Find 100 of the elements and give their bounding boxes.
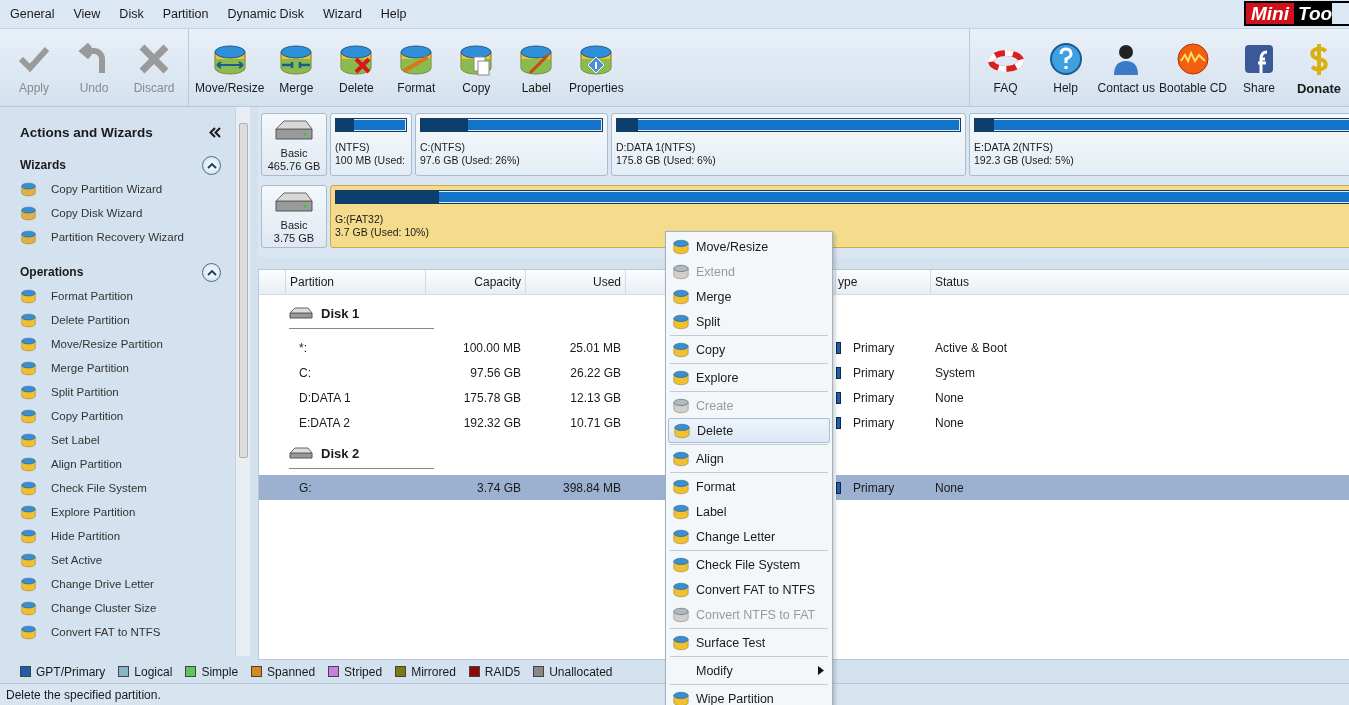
column-header[interactable]: Used bbox=[526, 270, 626, 294]
menu-item[interactable]: Disk bbox=[113, 7, 157, 21]
menu-option[interactable]: Explore bbox=[668, 365, 830, 390]
toolbar-button[interactable]: Properties bbox=[566, 41, 627, 95]
disk-icon bbox=[20, 228, 37, 246]
menu-item[interactable]: Help bbox=[374, 7, 420, 21]
menu-option[interactable]: Change Letter bbox=[668, 524, 830, 549]
sidebar-item[interactable]: Copy Disk Wizard bbox=[20, 201, 221, 225]
toolbar-button[interactable]: Format bbox=[386, 41, 447, 95]
menu-option[interactable]: Label bbox=[668, 499, 830, 524]
sidebar-item[interactable]: Copy Partition bbox=[20, 404, 221, 428]
section-title: Wizards bbox=[20, 158, 66, 172]
disk-icon bbox=[673, 421, 691, 440]
chevron-icon bbox=[206, 161, 217, 169]
sidebar-item[interactable]: Check File System bbox=[20, 476, 221, 500]
sidebar-item[interactable]: Set Label bbox=[20, 428, 221, 452]
button-label: Help bbox=[1053, 81, 1078, 95]
partition-row[interactable]: E:DATA 2 192.32 GB 10.71 GB bbox=[259, 410, 666, 435]
disk-card[interactable]: Basic 465.76 GB bbox=[261, 113, 327, 176]
menu-item[interactable]: Dynamic Disk bbox=[221, 7, 317, 21]
column-header[interactable]: Capacity bbox=[426, 270, 526, 294]
panel-title: Actions and Wizards bbox=[20, 124, 153, 140]
menu-option[interactable]: Copy bbox=[668, 337, 830, 362]
column-header[interactable]: Status bbox=[931, 270, 1349, 294]
disk-heading: Disk 1 bbox=[321, 306, 360, 321]
disk-icon bbox=[20, 204, 37, 222]
partition-name: G:(FAT32) bbox=[335, 213, 385, 226]
menu-option[interactable]: Modify bbox=[668, 658, 830, 683]
disk-card[interactable]: Basic 3.75 GB bbox=[261, 185, 327, 248]
menu-option[interactable]: Check File System bbox=[668, 552, 830, 577]
menu-item[interactable]: Wizard bbox=[316, 7, 375, 21]
scrollbar[interactable] bbox=[235, 107, 250, 656]
menu-option[interactable]: Split bbox=[668, 309, 830, 334]
disk-icon bbox=[20, 503, 37, 521]
collapse-button[interactable] bbox=[202, 262, 221, 282]
sidebar-item[interactable]: Hide Partition bbox=[20, 524, 221, 548]
toolbar-button[interactable]: Copy bbox=[446, 41, 507, 95]
sidebar-item[interactable]: Set Active bbox=[20, 548, 221, 572]
menu-option[interactable]: Delete bbox=[668, 418, 830, 443]
menu-option[interactable]: Format bbox=[668, 474, 830, 499]
disk-icon bbox=[672, 368, 690, 387]
sidebar-item[interactable]: Change Drive Letter bbox=[20, 572, 221, 596]
partition-row[interactable]: Primary None bbox=[836, 475, 1349, 500]
legend-label: Mirrored bbox=[411, 664, 456, 679]
partition-row[interactable]: Primary System bbox=[836, 360, 1349, 385]
toolbar-button[interactable]: Share bbox=[1229, 41, 1289, 106]
button-label: Discard bbox=[133, 81, 175, 95]
partition-row[interactable]: Primary None bbox=[836, 410, 1349, 435]
sidebar-item[interactable]: Format Partition bbox=[20, 284, 221, 308]
toolbar-button[interactable]: Merge bbox=[266, 41, 327, 95]
sidebar-item[interactable]: Split Partition bbox=[20, 380, 221, 404]
partition-row[interactable]: G: 3.74 GB 398.84 MB bbox=[259, 475, 666, 500]
menu-item[interactable]: Partition bbox=[156, 7, 222, 21]
sidebar-item[interactable]: Change Cluster Size bbox=[20, 596, 221, 620]
menu-option[interactable]: Align bbox=[668, 446, 830, 471]
partition-detail: 97.6 GB (Used: 26%) bbox=[420, 154, 521, 167]
column-header[interactable]: ype bbox=[836, 270, 931, 294]
type-marker bbox=[836, 366, 841, 379]
sidebar-item[interactable]: Partition Recovery Wizard bbox=[20, 225, 221, 249]
sidebar-item[interactable]: Delete Partition bbox=[20, 308, 221, 332]
partition-name: D:DATA 1(NTFS) bbox=[616, 141, 697, 154]
sidebar-item[interactable]: Copy Partition Wizard bbox=[20, 177, 221, 201]
sidebar-item[interactable]: Move/Resize Partition bbox=[20, 332, 221, 356]
sidebar-item[interactable]: Merge Partition bbox=[20, 356, 221, 380]
partition-row[interactable]: Primary Active & Boot bbox=[836, 335, 1349, 360]
partition-block[interactable]: C:(NTFS) 97.6 GB (Used: 26%) bbox=[415, 113, 608, 176]
table-cell: Primary bbox=[853, 390, 895, 405]
partition-block[interactable]: (NTFS) 100 MB (Used: bbox=[330, 113, 412, 176]
sidebar-item[interactable]: Explore Partition bbox=[20, 500, 221, 524]
toolbar-button[interactable]: Help bbox=[1035, 41, 1096, 106]
partition-row[interactable]: Primary None bbox=[836, 385, 1349, 410]
toolbar-button[interactable]: Donate bbox=[1289, 41, 1349, 106]
partition-row[interactable]: D:DATA 1 175.78 GB 12.13 GB bbox=[259, 385, 666, 410]
disk-icon bbox=[20, 551, 37, 569]
menu-option[interactable]: Convert FAT to NTFS bbox=[668, 577, 830, 602]
partition-block[interactable]: D:DATA 1(NTFS) 175.8 GB (Used: 6%) bbox=[611, 113, 966, 176]
menu-option[interactable]: Merge bbox=[668, 284, 830, 309]
partition-row[interactable]: C: 97.56 GB 26.22 GB bbox=[259, 360, 666, 385]
disk-icon bbox=[672, 633, 690, 652]
table-cell-text: 26.22 GB bbox=[569, 365, 622, 380]
button-label: FAQ bbox=[993, 81, 1018, 95]
sidebar-item[interactable]: Align Partition bbox=[20, 452, 221, 476]
column-header[interactable]: Partition bbox=[286, 270, 426, 294]
toolbar-button[interactable]: Contact us bbox=[1095, 41, 1157, 106]
toolbar-button[interactable]: Delete bbox=[326, 41, 387, 95]
toolbar-button[interactable]: FAQ bbox=[975, 41, 1036, 106]
menu-item[interactable]: General bbox=[4, 7, 68, 21]
menu-item[interactable]: View bbox=[67, 7, 114, 21]
toolbar-button[interactable]: Move/Resize bbox=[193, 41, 267, 95]
disk-icon bbox=[672, 287, 690, 306]
menu-option[interactable]: Surface Test bbox=[668, 630, 830, 655]
menu-option[interactable]: Wipe Partition bbox=[668, 686, 830, 705]
sidebar-item[interactable]: Convert FAT to NTFS bbox=[20, 620, 221, 644]
partition-row[interactable]: *: 100.00 MB 25.01 MB bbox=[259, 335, 666, 360]
double-chevron-icon[interactable] bbox=[209, 126, 221, 138]
partition-block[interactable]: E:DATA 2(NTFS) 192.3 GB (Used: 5%) bbox=[969, 113, 1349, 176]
toolbar-button[interactable]: Label bbox=[506, 41, 567, 95]
legend-label: Unallocated bbox=[549, 664, 613, 679]
collapse-button[interactable] bbox=[202, 155, 221, 175]
toolbar-button[interactable]: Bootable CD bbox=[1156, 41, 1229, 106]
